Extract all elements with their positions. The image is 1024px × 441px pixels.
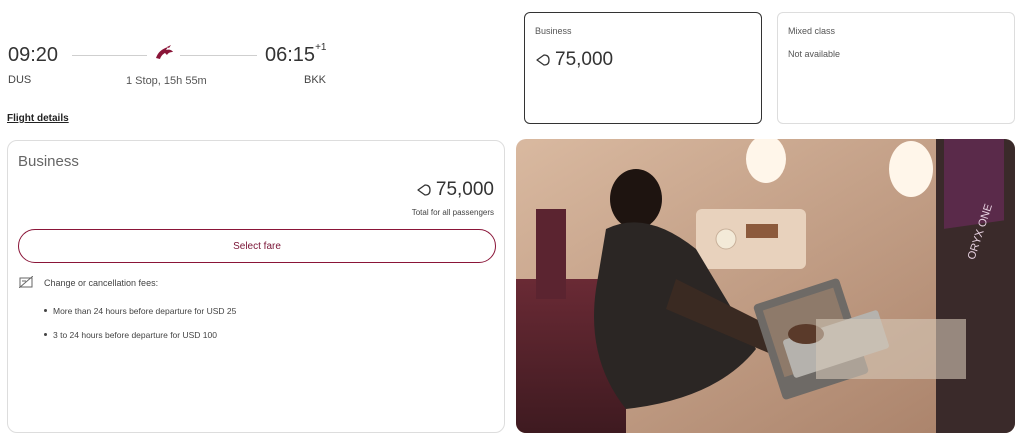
no-refund-icon: [19, 276, 33, 288]
fare-card-price: 75,000: [535, 49, 613, 71]
arrival-airport-code: BKK: [304, 74, 327, 86]
fee-item: More than 24 hours before departure for …: [44, 306, 236, 316]
fare-card-title: Mixed class: [788, 26, 836, 36]
fare-card-price-value: 75,000: [555, 49, 614, 70]
fare-card-mixed-class: Mixed class Not available: [777, 12, 1015, 124]
cabin-illustration: ORYX ONE: [516, 139, 1015, 433]
fee-item: 3 to 24 hours before departure for USD 1…: [44, 330, 236, 340]
fees-heading: Change or cancellation fees:: [44, 278, 159, 288]
departure-airport-code: DUS: [8, 74, 32, 86]
flight-details-link[interactable]: Flight details: [7, 113, 69, 124]
fare-card-status: Not available: [788, 49, 841, 59]
fare-detail-panel: Business 75,000 Total for all passengers…: [7, 140, 505, 433]
oryx-logo-icon: [156, 45, 173, 59]
arrival-day-offset: +1: [315, 42, 327, 53]
route-line-right: [180, 55, 257, 56]
fare-card-title: Business: [535, 26, 572, 36]
avios-icon: [536, 54, 550, 66]
departure-time: 09:20: [8, 44, 59, 66]
route-line-left: [72, 55, 147, 56]
fee-list: More than 24 hours before departure for …: [44, 306, 236, 354]
flight-summary: 09:20 DUS 1 Stop, 15h 55m 06:15+1 BKK Fl…: [0, 0, 520, 130]
fare-card-business[interactable]: Business 75,000: [524, 12, 762, 124]
select-fare-button[interactable]: Select fare: [18, 229, 496, 263]
fare-detail-price: 75,000: [416, 179, 494, 201]
fare-detail-title: Business: [18, 153, 79, 170]
fare-detail-price-value: 75,000: [435, 179, 494, 200]
arrival-time-value: 06:15: [265, 44, 316, 66]
avios-icon: [417, 184, 431, 196]
price-note: Total for all passengers: [411, 208, 494, 217]
business-class-photo: ORYX ONE: [516, 139, 1015, 433]
arrival-time: 06:15+1: [265, 42, 327, 67]
stops-duration: 1 Stop, 15h 55m: [126, 75, 207, 87]
